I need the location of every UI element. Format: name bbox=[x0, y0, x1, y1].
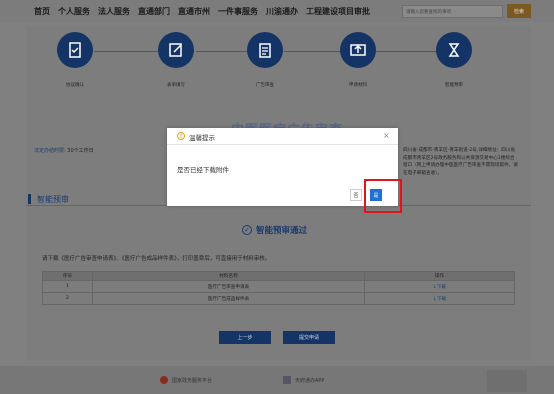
legal-time: 法定办结时限: 30个工作日 bbox=[34, 147, 94, 154]
dialog-title: 温馨提示 bbox=[189, 134, 215, 142]
cell-name: 医疗广告成品样件表 bbox=[92, 292, 365, 305]
dialog-message: 是否已经下载附件 bbox=[177, 166, 229, 174]
step-precheck: 智能预审 bbox=[424, 32, 484, 88]
step-materials: 申请材料 bbox=[328, 32, 388, 88]
national-emblem-icon bbox=[160, 376, 168, 384]
dialog-header: ! 温馨提示 × bbox=[167, 128, 398, 145]
footer-link-label: 国家政务服务平台 bbox=[172, 377, 213, 384]
footer-link-gov[interactable]: 国家政务服务平台 bbox=[160, 376, 212, 384]
precheck-pass: ✓ 智能预审通过 bbox=[242, 224, 307, 236]
address-info: 四川省-成都市-青羊区-青羊街道-2号,详细地址：四川省成都市青羊区2号政务服务… bbox=[403, 148, 518, 176]
instruction-text: 请下载《医疗广告审查申请表》、《医疗广告成品样件表》，打印盖章后，可直接用于材料… bbox=[42, 256, 271, 262]
action-buttons: 上一步 提交申请 bbox=[219, 331, 335, 344]
top-nav: 首页 个人服务 法人服务 直通部门 直通市州 一件事服务 川渝通办 工程建设项目… bbox=[0, 0, 554, 22]
cell-action: ↓下载 bbox=[364, 280, 515, 293]
cell-no: 2 bbox=[42, 292, 93, 305]
legal-time-value: 30个工作日 bbox=[67, 148, 94, 154]
legal-time-label: 法定办结时限: bbox=[34, 148, 66, 154]
cell-no: 1 bbox=[42, 280, 93, 293]
download-link[interactable]: ↓下载 bbox=[433, 297, 446, 302]
progress-steps: 协议确认 表单填写 广告审查 申请材料 智能预审 bbox=[26, 26, 531, 96]
close-icon[interactable]: × bbox=[383, 131, 390, 140]
section-bar bbox=[28, 194, 31, 204]
step-form: 表单填写 bbox=[146, 32, 206, 88]
nav-cities[interactable]: 直通市州 bbox=[178, 6, 210, 17]
col-header-action: 操作 bbox=[364, 271, 515, 281]
nav-corporate[interactable]: 法人服务 bbox=[98, 6, 130, 17]
table-row: 1 医疗广告审查申请表 ↓下载 bbox=[42, 280, 515, 293]
document-check-icon bbox=[57, 32, 93, 68]
nav-home[interactable]: 首页 bbox=[34, 6, 50, 17]
nav-personal[interactable]: 个人服务 bbox=[58, 6, 90, 17]
step-label: 协议确认 bbox=[66, 83, 84, 88]
no-button[interactable]: 否 bbox=[350, 189, 362, 201]
submit-button[interactable]: 提交申请 bbox=[283, 331, 335, 344]
check-circle-icon: ✓ bbox=[242, 225, 252, 235]
step-review: 广告审查 bbox=[235, 32, 295, 88]
cell-name: 医疗广告审查申请表 bbox=[92, 280, 365, 293]
nav-departments[interactable]: 直通部门 bbox=[138, 6, 170, 17]
footer: 国家政务服务平台 天府通办APP bbox=[0, 366, 554, 394]
upload-icon bbox=[340, 32, 376, 68]
materials-table: 序号 材料名称 操作 1 医疗广告审查申请表 ↓下载 2 医疗广告成品样件表 ↓… bbox=[42, 271, 515, 305]
pass-text: 智能预审通过 bbox=[256, 226, 308, 236]
clipboard-icon bbox=[247, 32, 283, 68]
edit-form-icon bbox=[158, 32, 194, 68]
section-title: 智能预审 bbox=[37, 195, 69, 204]
prev-button[interactable]: 上一步 bbox=[219, 331, 271, 344]
step-label: 智能预审 bbox=[445, 83, 463, 88]
search-input[interactable]: 请输入您要查找的事项 bbox=[402, 5, 503, 18]
cell-action: ↓下载 bbox=[364, 292, 515, 305]
step-label: 表单填写 bbox=[167, 83, 185, 88]
table-row: 2 医疗广告成品样件表 ↓下载 bbox=[42, 292, 515, 305]
page: 首页 个人服务 法人服务 直通部门 直通市州 一件事服务 川渝通办 工程建设项目… bbox=[0, 0, 554, 394]
highlight-box bbox=[364, 179, 402, 213]
footer-link-label: 天府通办APP bbox=[295, 377, 325, 384]
download-link[interactable]: ↓下载 bbox=[433, 285, 446, 290]
footer-qr bbox=[487, 370, 527, 392]
step-label: 申请材料 bbox=[349, 83, 367, 88]
step-label: 广告审查 bbox=[256, 83, 274, 88]
nav-engineering[interactable]: 工程建设项目审批 bbox=[306, 6, 370, 17]
hourglass-icon bbox=[436, 32, 472, 68]
footer-link-app[interactable]: 天府通办APP bbox=[283, 376, 324, 384]
col-header-name: 材料名称 bbox=[92, 271, 365, 281]
app-icon bbox=[283, 376, 291, 384]
search-button[interactable]: 检索 bbox=[507, 4, 531, 18]
nav-chuanyu[interactable]: 川渝通办 bbox=[266, 6, 298, 17]
nav-one-thing[interactable]: 一件事服务 bbox=[218, 6, 258, 17]
warning-icon: ! bbox=[177, 132, 185, 140]
col-header-no: 序号 bbox=[42, 271, 93, 281]
step-agreement: 协议确认 bbox=[45, 32, 105, 88]
